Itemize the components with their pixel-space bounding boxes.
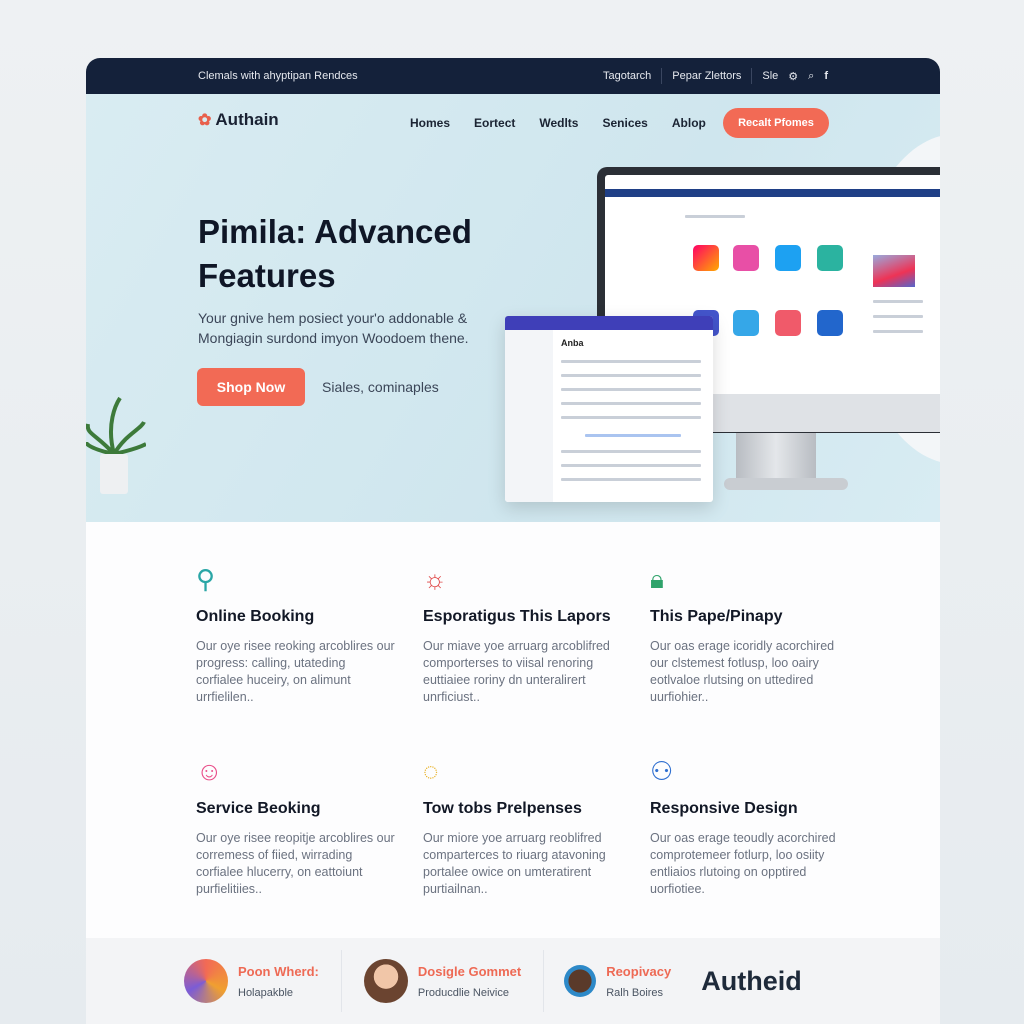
hero-section: ✿ Authain Homes Eortect Wedlts Senices Ab… — [86, 94, 940, 522]
feature-text: Our miave yoe arruarg arcoblifred compor… — [423, 639, 610, 704]
feature-text: Our oye risee reoking arcoblires our pro… — [196, 639, 395, 704]
brand-logo: Autheid — [701, 965, 802, 996]
feature-text: Our oas erage icoridly acorchired our cl… — [650, 639, 835, 704]
testimonial-sub: Ralh Boires — [606, 986, 664, 999]
hero-subtitle: Your gnive hem posiect your'o addonable … — [198, 310, 469, 346]
feature-title: Service Beoking — [196, 800, 321, 817]
feature-text: Our oye risee reopitje arcoblires our co… — [196, 831, 395, 896]
main-nav: Homes Eortect Wedlts Senices Ablop — [410, 116, 706, 130]
avatar — [363, 959, 408, 1003]
testimonial[interactable]: Poon Wherd: Holapakble — [86, 950, 319, 1012]
nav-item[interactable]: Eortect — [474, 116, 515, 130]
hero-title: Pimila: Advanced Features — [198, 213, 472, 294]
plant-decoration — [86, 396, 146, 494]
search-icon[interactable]: ⌕ — [808, 70, 814, 83]
facebook-icon[interactable]: f — [824, 70, 828, 82]
dashboard-mockup: Anba — [505, 316, 713, 502]
features-section: ⚲ Online Booking Our oye risee reoking arc… — [86, 522, 940, 938]
feature-card: ⚇ Responsive Design Our oas erage teoudly … — [650, 754, 850, 898]
feature-card: ☺ Service Beoking Our oye risee reopitje a… — [196, 754, 396, 898]
testimonial-title: Dosigle Gommet — [417, 963, 522, 979]
testimonial-title: Poon Wherd: — [238, 963, 319, 979]
header-cta-button[interactable]: Recalt Pfomes — [723, 108, 829, 138]
top-tagline: Clemals with ahyptipan Rendces — [198, 70, 358, 82]
nav-item[interactable]: Ablop — [672, 116, 706, 130]
badge-logo-icon — [184, 959, 228, 1003]
lock-icon: 🔒︎ — [650, 564, 664, 594]
mockup-title: Anba — [561, 338, 584, 348]
users-icon: ⚇ — [650, 756, 674, 786]
top-link[interactable]: Tagotarch — [603, 70, 651, 82]
support-icon: ☺ — [196, 756, 223, 786]
monitor-base — [724, 478, 848, 490]
top-link[interactable]: Pepar Zlettors — [672, 70, 741, 82]
testimonial-sub: Holapakble — [238, 986, 294, 999]
logo[interactable]: ✿ Authain — [198, 110, 279, 130]
testimonial-sub: Producdlie Neivice — [417, 986, 509, 999]
feature-title: Online Booking — [196, 608, 315, 625]
shop-now-button[interactable]: Shop Now — [197, 368, 305, 406]
user-icon: ⚲ — [196, 564, 216, 594]
testimonial-title: Reopivacy — [606, 963, 672, 979]
avatar — [564, 965, 597, 997]
top-bar: Clemals with ahyptipan Rendces Tagotarch… — [86, 58, 940, 94]
feature-title: This Pape/Pinapy — [650, 608, 783, 625]
bottom-strip: Poon Wherd: Holapakble Dosigle Gommet Prod… — [86, 938, 940, 1024]
feature-text: Our oas erage teoudly acorchired comprot… — [650, 831, 836, 896]
website-card: Clemals with ahyptipan Rendces Tagotarch… — [86, 58, 940, 1024]
feature-title: Responsive Design — [650, 800, 798, 817]
nav-item[interactable]: Senices — [602, 116, 647, 130]
feature-card: 🔒︎ This Pape/Pinapy Our oas erage icoridly… — [650, 562, 850, 706]
top-link[interactable]: Sle — [762, 70, 778, 82]
monitor-stand — [736, 432, 816, 482]
secondary-link[interactable]: Siales, cominaples — [322, 379, 439, 395]
feature-title: Tow tobs Prelpenses — [423, 800, 582, 817]
feature-text: Our miore yoe arruarg reoblifred compart… — [423, 831, 606, 896]
testimonial[interactable]: Dosigle Gommet Producdlie Neivice — [342, 950, 521, 1012]
feature-title: Esporatigus This Lapors — [423, 608, 611, 625]
feature-card: ⚲ Online Booking Our oye risee reoking arc… — [196, 562, 396, 706]
feature-card: ◌ Tow tobs Prelpenses Our miore yoe arruar… — [423, 754, 623, 898]
testimonial[interactable]: Reopivacy Ralh Boires — [544, 950, 671, 1012]
lightbulb-icon: ◌ — [423, 756, 439, 786]
logo-mark-icon: ✿ — [198, 112, 212, 129]
sun-icon: ☼ — [423, 564, 447, 594]
nav-item[interactable]: Wedlts — [539, 116, 578, 130]
feature-card: ☼ Esporatigus This Lapors Our miave yoe ar… — [423, 562, 623, 706]
nav-item[interactable]: Homes — [410, 116, 450, 130]
settings-icon[interactable]: ⚙ — [788, 70, 798, 83]
logo-text: Authain — [215, 110, 279, 129]
